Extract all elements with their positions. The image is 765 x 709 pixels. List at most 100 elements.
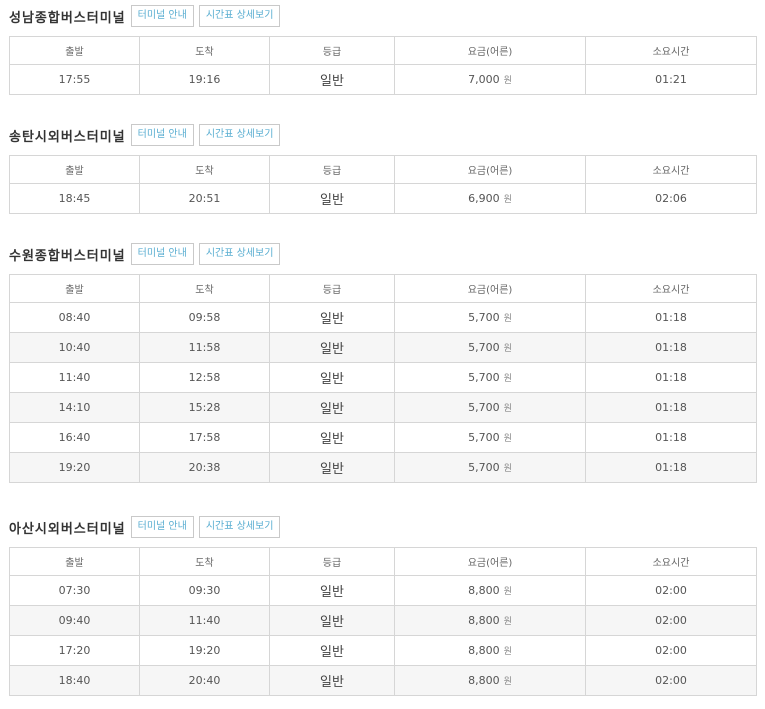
currency-unit: 원 xyxy=(503,76,512,86)
timetable-detail-button[interactable]: 시간표 상세보기 xyxy=(198,124,281,146)
arrive-time: 11:58 xyxy=(139,332,270,363)
fare-cell: 5,700 원 xyxy=(394,332,586,363)
col-arrive-header: 도착 xyxy=(139,547,270,576)
col-grade-header: 등급 xyxy=(269,155,395,184)
currency-unit: 원 xyxy=(503,617,512,627)
arrive-time: 19:16 xyxy=(139,64,270,95)
terminal-title: 아산시외버스터미널 xyxy=(9,521,126,537)
col-depart-header: 출발 xyxy=(9,155,140,184)
fare: 6,900 xyxy=(468,192,500,205)
arrive-time: 09:30 xyxy=(139,575,270,606)
grade: 일반 xyxy=(269,635,395,666)
table-row: 18:40 20:40 일반 8,800 원 02:00 xyxy=(9,665,757,696)
currency-unit: 원 xyxy=(503,434,512,444)
schedule-table: 출발 도착 등급 요금(어른) 소요시간 08:40 09:58 일반 5,70… xyxy=(9,274,757,483)
arrive-time: 20:40 xyxy=(139,665,270,696)
table-row: 08:40 09:58 일반 5,700 원 01:18 xyxy=(9,302,757,333)
depart-time: 10:40 xyxy=(9,332,140,363)
grade: 일반 xyxy=(269,183,395,214)
currency-unit: 원 xyxy=(503,314,512,324)
currency-unit: 원 xyxy=(503,195,512,205)
table-header-row: 출발 도착 등급 요금(어른) 소요시간 xyxy=(9,155,757,184)
fare: 8,800 xyxy=(468,614,500,627)
terminal-section-songtan: 송탄시외버스터미널 터미널 안내 시간표 상세보기 출발 도착 등급 요금(어른… xyxy=(9,123,757,214)
fare: 8,800 xyxy=(468,644,500,657)
timetable-detail-button[interactable]: 시간표 상세보기 xyxy=(198,5,281,27)
fare: 8,800 xyxy=(468,584,500,597)
fare: 7,000 xyxy=(468,73,500,86)
table-row: 17:55 19:16 일반 7,000 원 01:21 xyxy=(9,64,757,95)
arrive-time: 20:51 xyxy=(139,183,270,214)
terminal-section-suwon: 수원종합버스터미널 터미널 안내 시간표 상세보기 출발 도착 등급 요금(어른… xyxy=(9,242,757,483)
section-header: 송탄시외버스터미널 터미널 안내 시간표 상세보기 xyxy=(9,123,756,147)
fare-cell: 6,900 원 xyxy=(394,183,586,214)
section-header: 아산시외버스터미널 터미널 안내 시간표 상세보기 xyxy=(9,515,756,539)
terminal-title: 성남종합버스터미널 xyxy=(9,10,126,26)
fare: 5,700 xyxy=(468,431,500,444)
table-header-row: 출발 도착 등급 요금(어른) 소요시간 xyxy=(9,547,757,576)
col-arrive-header: 도착 xyxy=(139,274,270,303)
grade: 일반 xyxy=(269,422,395,453)
depart-time: 16:40 xyxy=(9,422,140,453)
fare-cell: 5,700 원 xyxy=(394,362,586,393)
grade: 일반 xyxy=(269,332,395,363)
fare-cell: 8,800 원 xyxy=(394,605,586,636)
table-header-row: 출발 도착 등급 요금(어른) 소요시간 xyxy=(9,36,757,65)
fare-cell: 8,800 원 xyxy=(394,665,586,696)
terminal-title: 송탄시외버스터미널 xyxy=(9,129,126,145)
arrive-time: 17:58 xyxy=(139,422,270,453)
grade: 일반 xyxy=(269,362,395,393)
col-duration-header: 소요시간 xyxy=(585,547,757,576)
depart-time: 08:40 xyxy=(9,302,140,333)
table-row: 10:40 11:58 일반 5,700 원 01:18 xyxy=(9,332,757,363)
timetable-detail-button[interactable]: 시간표 상세보기 xyxy=(198,516,281,538)
depart-time: 18:40 xyxy=(9,665,140,696)
fare-cell: 5,700 원 xyxy=(394,452,586,483)
grade: 일반 xyxy=(269,665,395,696)
depart-time: 17:20 xyxy=(9,635,140,666)
terminal-info-button[interactable]: 터미널 안내 xyxy=(130,243,194,265)
fare: 5,700 xyxy=(468,461,500,474)
schedule-table: 출발 도착 등급 요금(어른) 소요시간 07:30 09:30 일반 8,80… xyxy=(9,547,757,696)
duration: 01:21 xyxy=(585,64,757,95)
timetable-page: 성남종합버스터미널 터미널 안내 시간표 상세보기 출발 도착 등급 요금(어른… xyxy=(0,0,765,709)
section-header: 수원종합버스터미널 터미널 안내 시간표 상세보기 xyxy=(9,242,756,266)
depart-time: 18:45 xyxy=(9,183,140,214)
arrive-time: 12:58 xyxy=(139,362,270,393)
depart-time: 07:30 xyxy=(9,575,140,606)
col-arrive-header: 도착 xyxy=(139,155,270,184)
arrive-time: 19:20 xyxy=(139,635,270,666)
timetable-detail-button[interactable]: 시간표 상세보기 xyxy=(198,243,281,265)
fare: 5,700 xyxy=(468,401,500,414)
terminal-info-button[interactable]: 터미널 안내 xyxy=(130,124,194,146)
terminal-info-button[interactable]: 터미널 안내 xyxy=(130,5,194,27)
section-header: 성남종합버스터미널 터미널 안내 시간표 상세보기 xyxy=(9,4,756,28)
duration: 02:06 xyxy=(585,183,757,214)
duration: 01:18 xyxy=(585,332,757,363)
terminal-title: 수원종합버스터미널 xyxy=(9,248,126,264)
grade: 일반 xyxy=(269,392,395,423)
grade: 일반 xyxy=(269,575,395,606)
fare-cell: 5,700 원 xyxy=(394,422,586,453)
table-row: 14:10 15:28 일반 5,700 원 01:18 xyxy=(9,392,757,423)
arrive-time: 11:40 xyxy=(139,605,270,636)
fare: 5,700 xyxy=(468,371,500,384)
duration: 01:18 xyxy=(585,302,757,333)
table-header-row: 출발 도착 등급 요금(어른) 소요시간 xyxy=(9,274,757,303)
col-grade-header: 등급 xyxy=(269,547,395,576)
terminal-section-seongnam: 성남종합버스터미널 터미널 안내 시간표 상세보기 출발 도착 등급 요금(어른… xyxy=(9,4,757,95)
col-depart-header: 출발 xyxy=(9,36,140,65)
col-duration-header: 소요시간 xyxy=(585,36,757,65)
currency-unit: 원 xyxy=(503,344,512,354)
duration: 01:18 xyxy=(585,392,757,423)
currency-unit: 원 xyxy=(503,677,512,687)
duration: 01:18 xyxy=(585,362,757,393)
terminal-info-button[interactable]: 터미널 안내 xyxy=(130,516,194,538)
duration: 02:00 xyxy=(585,575,757,606)
arrive-time: 20:38 xyxy=(139,452,270,483)
grade: 일반 xyxy=(269,452,395,483)
table-row: 09:40 11:40 일반 8,800 원 02:00 xyxy=(9,605,757,636)
duration: 01:18 xyxy=(585,452,757,483)
col-fare-header: 요금(어른) xyxy=(394,274,586,303)
col-grade-header: 등급 xyxy=(269,274,395,303)
